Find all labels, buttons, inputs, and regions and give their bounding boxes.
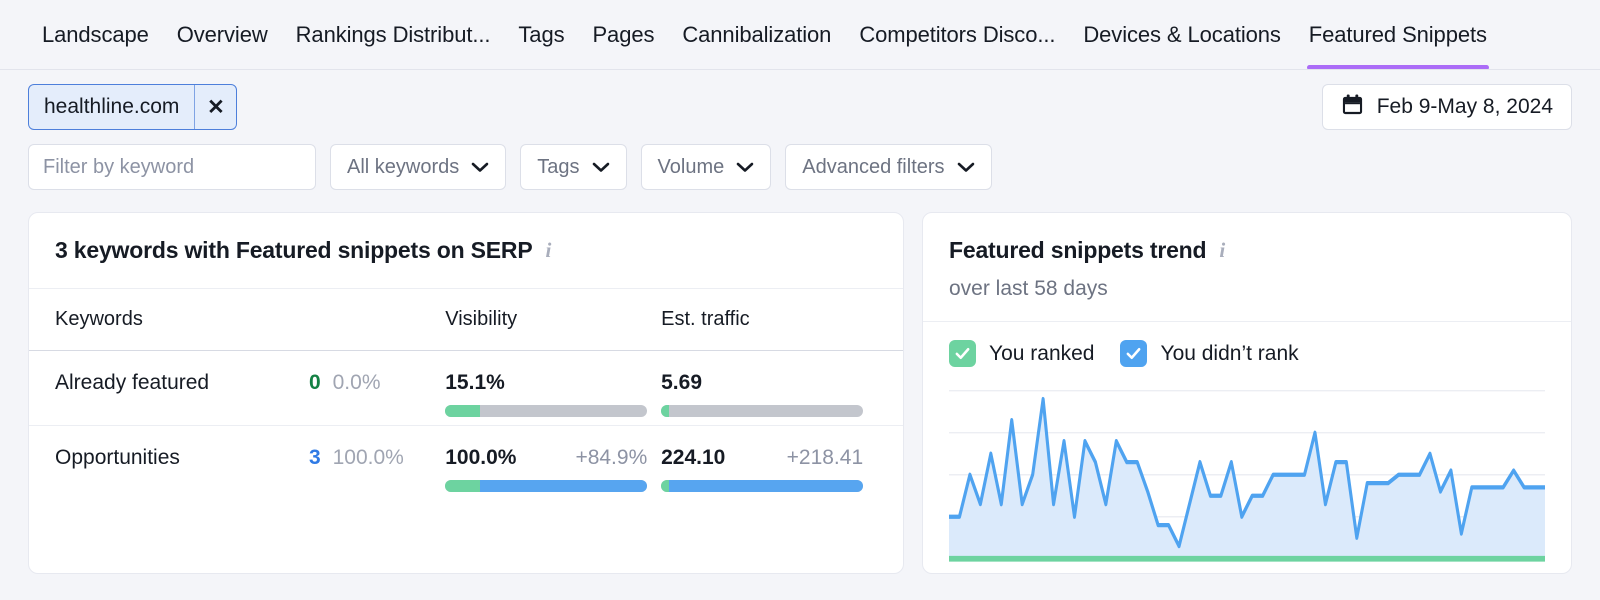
featured-snippets-keywords-card: 3 keywords with Featured snippets on SER… [28,212,904,574]
dropdown-all-keywords[interactable]: All keywords [330,144,507,190]
dropdown-advanced-filters[interactable]: Advanced filters [785,144,992,190]
column-header-visibility[interactable]: Visibility [445,308,661,331]
row-traffic-value: 5.69 [661,371,702,394]
visibility-progress-bar [445,480,648,492]
row-visibility-value: 15.1% [445,371,505,394]
tab-pages[interactable]: Pages [578,0,668,70]
checkbox-checked-icon[interactable] [949,340,976,367]
date-range-label: Feb 9-May 8, 2024 [1376,95,1553,118]
table-row[interactable]: Opportunities 3 100.0% 100.0% +84.9% 224… [29,426,903,501]
calendar-icon [1341,93,1364,122]
tab-label: Competitors Disco... [859,22,1056,47]
legend-item-you-ranked[interactable]: You ranked [949,340,1094,367]
table-row[interactable]: Already featured 0 0.0% 15.1% 5.69 [29,351,903,426]
close-icon[interactable]: ✕ [194,85,236,129]
featured-snippets-trend-card: Featured snippets trend i over last 58 d… [922,212,1572,574]
dropdown-label: All keywords [347,155,460,178]
tab-label: Cannibalization [682,22,832,47]
tab-competitors-discovery[interactable]: Competitors Disco... [845,0,1069,70]
filter-controls: All keywords Tags Volume Advanced filter… [28,144,1572,190]
tab-overview[interactable]: Overview [163,0,282,70]
tab-label: Tags [518,22,565,47]
chevron-down-icon [592,156,610,179]
tab-label: Devices & Locations [1083,22,1281,47]
tab-label: Pages [592,22,655,47]
left-card-header: 3 keywords with Featured snippets on SER… [29,213,903,288]
right-card-title: Featured snippets trend [949,237,1207,263]
tab-label: Featured Snippets [1308,22,1487,47]
table-header-row: Keywords Visibility Est. traffic [29,289,903,351]
featured-snippets-trend-chart [949,385,1545,573]
tab-landscape[interactable]: Landscape [28,0,163,70]
dropdown-label: Advanced filters [802,155,945,178]
trend-chart-svg [949,389,1545,562]
domain-chip-label: healthline.com [44,95,180,118]
row-share: 100.0% [332,446,404,469]
row-count[interactable]: 0 [309,371,321,394]
tab-devices-and-locations[interactable]: Devices & Locations [1069,0,1294,70]
tab-tags[interactable]: Tags [504,0,578,70]
legend-label: You didn’t rank [1160,341,1299,365]
legend-label: You ranked [989,341,1095,365]
row-visibility-value: 100.0% [445,446,517,469]
column-header-est-traffic[interactable]: Est. traffic [661,308,877,331]
keyword-filter [28,144,316,190]
dropdown-label: Tags [537,155,580,178]
column-header-keywords[interactable]: Keywords [55,308,280,331]
trend-subtitle: over last 58 days [949,277,1108,300]
tab-label: Overview [176,22,268,47]
row-keyword-label: Opportunities [55,446,180,469]
row-traffic-delta: +218.41 [786,446,864,469]
tab-cannibalization[interactable]: Cannibalization [668,0,845,70]
page-title: 3 keywords with Featured snippets on SER… [55,237,903,264]
main-nav-tabs: Landscape Overview Rankings Distribut...… [0,0,1600,70]
row-keyword-label: Already featured [55,371,210,394]
dropdown-tags[interactable]: Tags [520,144,627,190]
checkbox-checked-icon[interactable] [1120,340,1148,367]
trend-body: You ranked You didn’t rank [923,322,1571,573]
traffic-progress-bar [661,405,864,417]
filter-bar: healthline.com ✕ All keywords Tags [0,70,1600,190]
domain-chip[interactable]: healthline.com ✕ [28,84,238,130]
tab-label: Rankings Distribut... [295,22,491,47]
right-card-header: Featured snippets trend i over last 58 d… [923,213,1571,321]
info-icon[interactable]: i [1219,238,1225,263]
left-card-title: 3 keywords with Featured snippets on SER… [55,237,533,263]
row-count[interactable]: 3 [309,446,321,469]
chart-legend: You ranked You didn’t rank [949,340,1545,367]
cards-container: 3 keywords with Featured snippets on SER… [0,190,1600,574]
search-input[interactable] [29,145,315,189]
date-range-picker[interactable]: Feb 9-May 8, 2024 [1321,84,1572,130]
row-traffic-value: 224.10 [661,446,726,469]
info-icon[interactable]: i [545,238,551,263]
traffic-progress-bar [661,480,864,492]
row-share: 0.0% [332,371,381,394]
row-visibility-delta: +84.9% [575,446,648,469]
tab-rankings-distribution[interactable]: Rankings Distribut... [282,0,505,70]
chevron-down-icon [736,156,754,179]
chevron-down-icon [957,156,975,179]
visibility-progress-bar [445,405,648,417]
chevron-down-icon [471,156,489,179]
dropdown-label: Volume [657,155,725,178]
trend-title: Featured snippets trend i [949,237,1571,264]
dropdown-volume[interactable]: Volume [640,144,772,190]
legend-item-you-didnt-rank[interactable]: You didn’t rank [1120,340,1299,367]
tab-featured-snippets[interactable]: Featured Snippets [1295,0,1501,70]
keywords-table: Keywords Visibility Est. traffic Already… [29,289,903,501]
tab-label: Landscape [42,22,149,47]
